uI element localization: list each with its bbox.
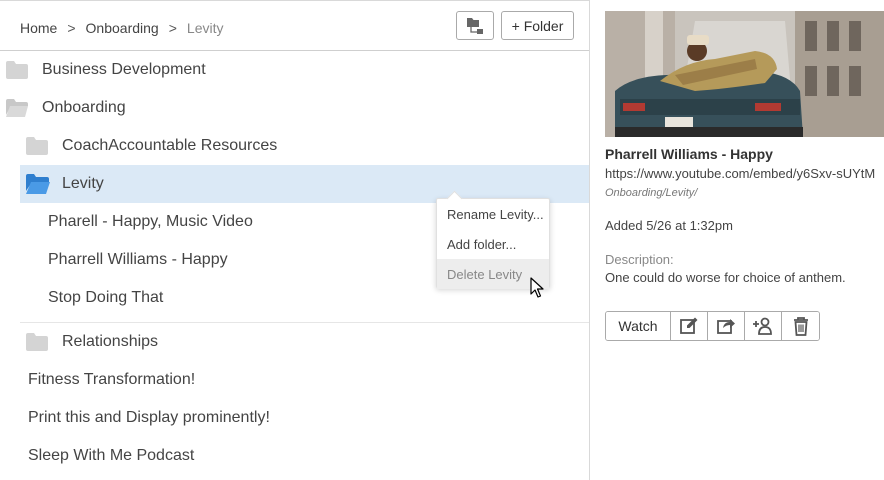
detail-title: Pharrell Williams - Happy (605, 146, 773, 162)
tree-folder-coachaccountable-resources[interactable]: CoachAccountable Resources (26, 127, 589, 165)
description-text: One could do worse for choice of anthem. (605, 270, 846, 285)
topbar: Home > Onboarding > Levity + Folder (0, 1, 589, 51)
folder-tree-button[interactable] (456, 11, 494, 40)
tree-item[interactable]: Sleep With Me Podcast (28, 437, 568, 475)
folder-label: Onboarding (42, 99, 126, 116)
breadcrumb-home[interactable]: Home (20, 20, 57, 36)
breadcrumb: Home > Onboarding > Levity (20, 20, 223, 36)
folder-icon (26, 332, 50, 352)
add-user-icon (753, 317, 772, 335)
breadcrumb-onboarding[interactable]: Onboarding (86, 20, 159, 36)
edit-button[interactable] (671, 312, 708, 340)
folder-icon (6, 60, 30, 80)
share-icon (717, 319, 735, 334)
folder-icon (26, 136, 50, 156)
folder-tree-icon (467, 17, 483, 34)
watch-button[interactable]: Watch (606, 312, 671, 340)
app: Home > Onboarding > Levity + Folder Busi… (0, 0, 884, 480)
share-button[interactable] (708, 312, 745, 340)
folder-label: Levity (62, 175, 104, 192)
breadcrumb-separator: > (67, 20, 76, 36)
detail-pane: Pharrell Williams - Happy https://www.yo… (590, 0, 884, 480)
left-pane: Home > Onboarding > Levity + Folder Busi… (0, 0, 590, 480)
menu-item-rename[interactable]: Rename Levity... (437, 199, 549, 229)
detail-path: Onboarding/Levity/ (605, 187, 698, 199)
detail-url[interactable]: https://www.youtube.com/embed/y6Sxv-sUYt… (605, 166, 875, 181)
tree-item[interactable]: Stop Doing That (48, 279, 428, 317)
mouse-cursor-icon (530, 277, 544, 298)
tree-item[interactable]: Fitness Transformation! (28, 361, 568, 399)
detail-added: Added 5/26 at 1:32pm (605, 218, 733, 233)
breadcrumb-current: Levity (186, 20, 224, 36)
folder-label: Relationships (62, 333, 159, 350)
edit-icon (680, 317, 698, 334)
detail-actions: Watch (605, 311, 820, 341)
description-label: Description: (605, 252, 674, 267)
add-user-button[interactable] (745, 312, 782, 340)
delete-button[interactable] (782, 312, 819, 340)
trash-icon (793, 317, 808, 336)
folder-open-icon (26, 174, 50, 194)
tree-folder-onboarding[interactable]: Onboarding (6, 89, 589, 127)
breadcrumb-separator: > (168, 20, 177, 36)
tree-item[interactable]: Print this and Display prominently! (28, 399, 568, 437)
folder-label: CoachAccountable Resources (62, 137, 278, 154)
folder-open-icon (6, 98, 30, 118)
tree-folder-business-development[interactable]: Business Development (6, 51, 589, 89)
context-menu: Rename Levity... Add folder... Delete Le… (436, 198, 550, 289)
video-thumbnail[interactable] (605, 11, 884, 137)
tree-item[interactable]: Pharrell Williams - Happy (48, 241, 428, 279)
tree-folder-relationships[interactable]: Relationships (26, 323, 589, 361)
tree-item[interactable]: Pharell - Happy, Music Video (48, 203, 428, 241)
video-thumbnail-image (605, 11, 884, 137)
folder-label: Business Development (42, 61, 206, 78)
menu-item-add-folder[interactable]: Add folder... (437, 229, 549, 259)
add-folder-button[interactable]: + Folder (501, 11, 574, 40)
